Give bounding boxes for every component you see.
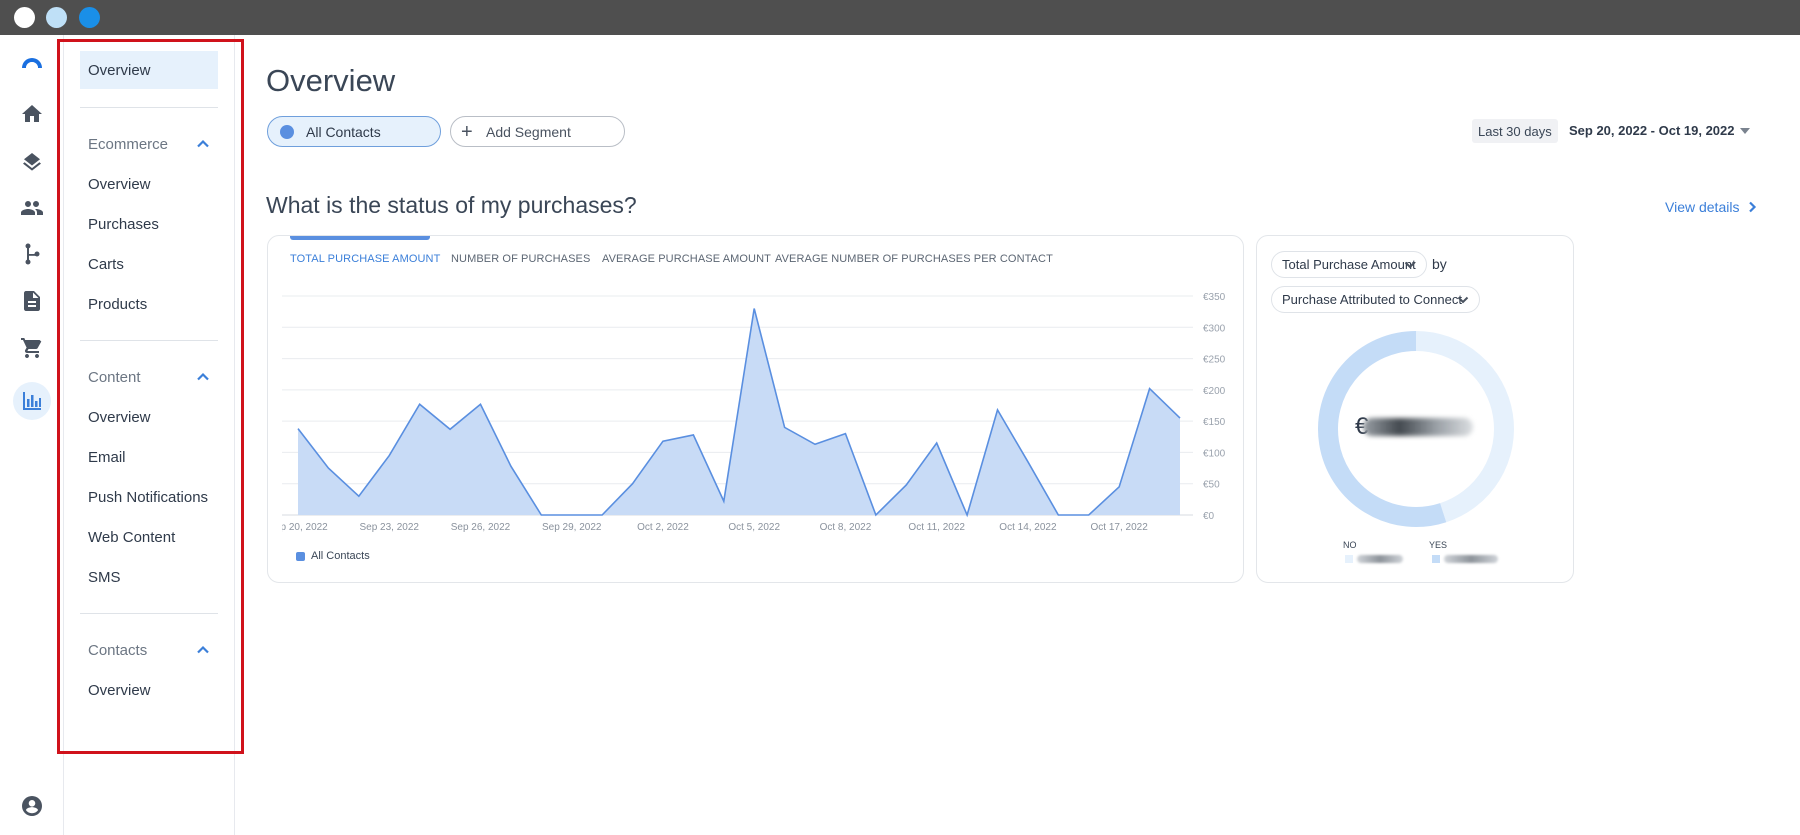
nav-divider [80, 107, 218, 108]
flow-icon[interactable] [13, 235, 51, 273]
legend-yes-value-redacted [1444, 555, 1498, 563]
window-titlebar [0, 0, 1800, 35]
document-icon[interactable] [13, 282, 51, 320]
plus-icon: + [461, 121, 473, 143]
y-tick-label: €0 [1203, 511, 1215, 522]
legend-no: NO [1343, 540, 1357, 550]
date-preset-chip[interactable]: Last 30 days [1472, 119, 1558, 143]
legend-no-swatch [1345, 555, 1353, 563]
tab-average-purchases-per-contact[interactable]: AVERAGE NUMBER OF PURCHASES PER CONTACT [775, 253, 1053, 265]
metric-dropdown[interactable]: Total Purchase Amount [1271, 251, 1427, 278]
chevron-right-icon [1749, 201, 1757, 213]
nav-group-label: Contacts [88, 641, 148, 659]
nav-content-overview[interactable]: Overview [80, 398, 218, 436]
x-tick-label: Oct 2, 2022 [637, 522, 689, 533]
chevron-up-icon[interactable] [196, 370, 210, 384]
chevron-down-icon [1457, 296, 1469, 304]
y-tick-label: €300 [1203, 323, 1226, 334]
purchases-chart-card: TOTAL PURCHASE AMOUNT NUMBER OF PURCHASE… [267, 235, 1244, 583]
tab-total-purchase-amount[interactable]: TOTAL PURCHASE AMOUNT [290, 253, 440, 265]
analytics-icon[interactable] [13, 382, 51, 420]
y-tick-label: €50 [1203, 480, 1220, 491]
section-title: What is the status of my purchases? [266, 192, 637, 218]
window-minimize-button[interactable] [46, 7, 67, 28]
segment-all-contacts[interactable]: All Contacts [267, 116, 441, 147]
main-content: Overview All Contacts + Add Segment Last… [235, 35, 1800, 835]
cart-icon[interactable] [13, 329, 51, 367]
y-tick-label: €100 [1203, 448, 1226, 459]
tab-average-purchase-amount[interactable]: AVERAGE PURCHASE AMOUNT [602, 253, 771, 265]
y-tick-label: €250 [1203, 355, 1226, 366]
x-tick-label: Sep 29, 2022 [542, 522, 602, 533]
date-range-selector[interactable]: Sep 20, 2022 - Oct 19, 2022 [1569, 123, 1735, 138]
page-title: Overview [266, 63, 396, 98]
x-tick-label: Oct 8, 2022 [820, 522, 872, 533]
nav-ecommerce-purchases[interactable]: Purchases [80, 205, 218, 243]
chevron-down-icon [1404, 261, 1416, 269]
legend-swatch [296, 551, 305, 561]
nav-ecommerce-carts[interactable]: Carts [80, 245, 218, 283]
logo-icon[interactable] [13, 45, 51, 83]
chevron-up-icon[interactable] [196, 137, 210, 151]
dimension-dropdown[interactable]: Purchase Attributed to Connectif [1271, 286, 1480, 313]
area-chart: €0€50€100€150€200€250€300€350Sep 20, 202… [268, 292, 1226, 535]
breakdown-card: Total Purchase Amount by Purchase Attrib… [1256, 235, 1574, 583]
by-label: by [1432, 256, 1447, 272]
nav-divider [80, 340, 218, 341]
view-details-label: View details [1665, 199, 1740, 215]
people-icon[interactable] [13, 189, 51, 227]
x-tick-label: Oct 14, 2022 [999, 522, 1057, 533]
view-details-link[interactable]: View details [1665, 199, 1757, 215]
x-tick-label: Oct 11, 2022 [908, 522, 965, 533]
caret-down-icon[interactable] [1740, 128, 1750, 134]
legend-yes-swatch [1432, 555, 1440, 563]
icon-rail [0, 35, 64, 835]
nav-content-email[interactable]: Email [80, 438, 218, 476]
segment-dot-icon [280, 125, 294, 139]
window-close-button[interactable] [14, 7, 35, 28]
add-segment-button[interactable]: + Add Segment [450, 116, 625, 147]
layers-icon[interactable] [13, 142, 51, 180]
nav-ecommerce-overview[interactable]: Overview [80, 165, 218, 203]
chevron-up-icon[interactable] [196, 643, 210, 657]
donut-center-value-redacted [1363, 418, 1473, 436]
y-tick-label: €200 [1203, 386, 1226, 397]
nav-group-ecommerce[interactable]: Ecommerce [80, 129, 218, 159]
sub-navigation: Overview Ecommerce Overview Purchases Ca… [64, 35, 235, 835]
nav-ecommerce-products[interactable]: Products [80, 285, 218, 323]
legend-no-value-redacted [1357, 555, 1403, 563]
y-tick-label: €150 [1203, 417, 1226, 428]
legend-label: All Contacts [311, 550, 370, 562]
legend-yes-label: YES [1429, 540, 1448, 550]
x-tick-label: Sep 26, 2022 [451, 522, 511, 533]
x-tick-label: Oct 5, 2022 [728, 522, 780, 533]
y-tick-label: €350 [1203, 292, 1226, 303]
nav-group-label: Content [88, 368, 141, 386]
tab-number-of-purchases[interactable]: NUMBER OF PURCHASES [451, 253, 590, 265]
nav-content-web-content[interactable]: Web Content [80, 518, 218, 556]
add-segment-label: Add Segment [486, 123, 571, 140]
nav-group-contacts[interactable]: Contacts [80, 635, 218, 665]
nav-contacts-overview[interactable]: Overview [80, 671, 218, 709]
nav-overview[interactable]: Overview [80, 51, 218, 89]
x-tick-label: Sep 23, 2022 [359, 522, 419, 533]
home-icon[interactable] [13, 95, 51, 133]
nav-divider [80, 613, 218, 614]
chart-legend: All Contacts [296, 550, 370, 562]
segment-label: All Contacts [306, 123, 381, 140]
x-tick-label: Oct 17, 2022 [1091, 522, 1149, 533]
nav-group-label: Ecommerce [88, 135, 169, 153]
legend-no-label: NO [1343, 540, 1357, 550]
window-maximize-button[interactable] [79, 7, 100, 28]
metric-dropdown-value: Total Purchase Amount [1282, 257, 1416, 272]
nav-group-content[interactable]: Content [80, 362, 218, 392]
account-icon[interactable] [13, 787, 51, 825]
nav-content-sms[interactable]: SMS [80, 558, 218, 596]
active-tab-indicator [290, 236, 430, 240]
dimension-dropdown-value: Purchase Attributed to Connectif [1282, 292, 1462, 307]
x-axis-clip [268, 519, 282, 535]
nav-content-push-notifications[interactable]: Push Notifications [80, 478, 218, 516]
legend-yes: YES [1429, 540, 1447, 550]
